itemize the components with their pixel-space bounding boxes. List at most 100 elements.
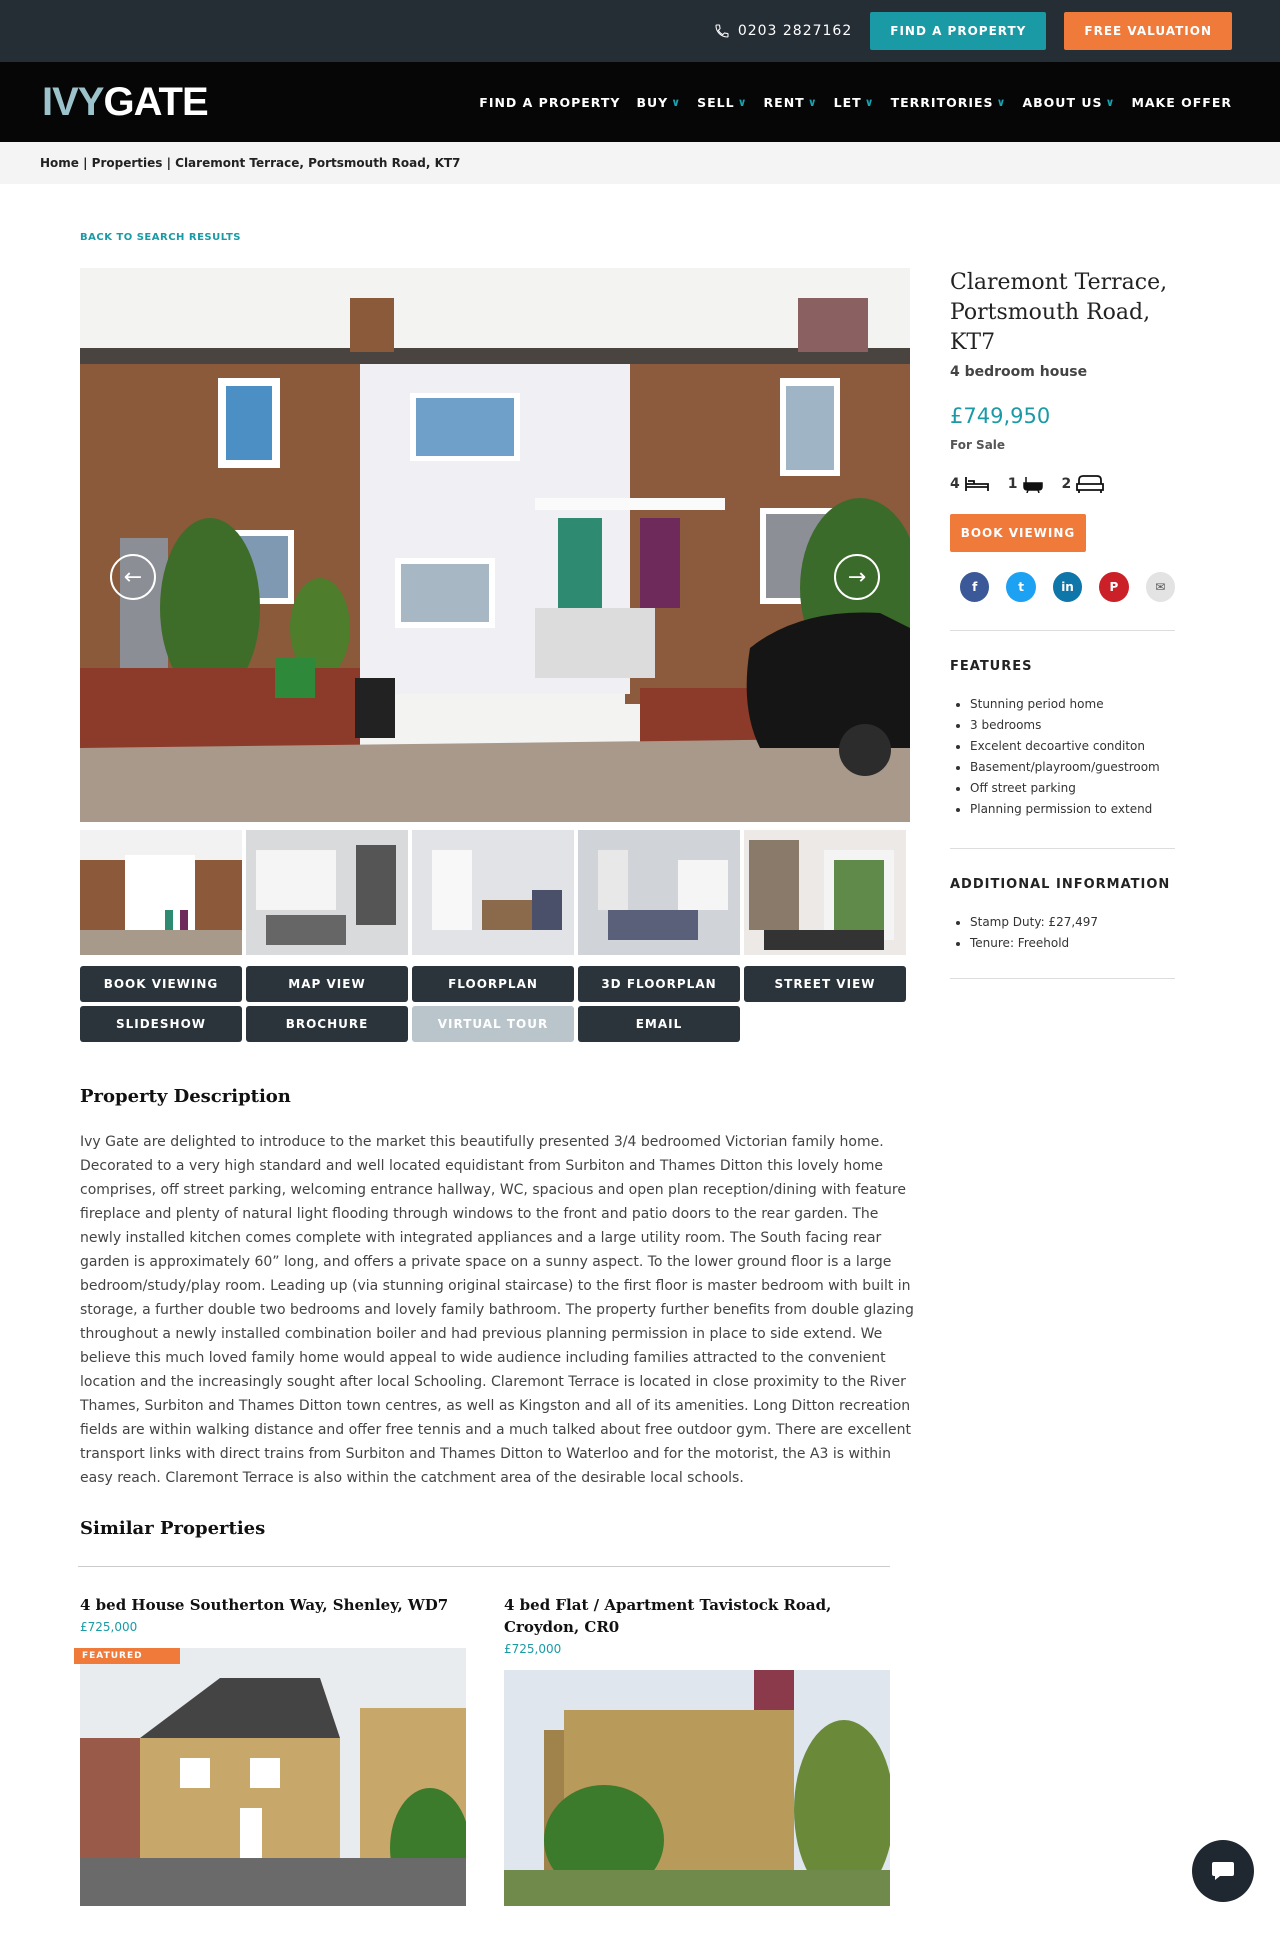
logo[interactable]: IVY GATE <box>42 79 209 125</box>
similar-heading: Similar Properties <box>80 1518 266 1539</box>
similar-photo[interactable]: FEATURED <box>74 1648 470 1908</box>
additional-info-item: Stamp Duty: £27,497 <box>970 912 1175 933</box>
chevron-down-icon: ∨ <box>737 95 748 109</box>
thumbnail-lounge[interactable] <box>578 830 740 955</box>
bed-icon <box>964 477 989 491</box>
nav-item-rent[interactable]: RENT ∨ <box>764 95 818 110</box>
nav-item-label: ABOUT US <box>1022 94 1103 110</box>
description-heading: Property Description <box>80 1086 291 1107</box>
similar-property-card[interactable]: 4 bed House Southerton Way, Shenley, WD7… <box>74 1594 470 1908</box>
linkedin-icon[interactable]: in <box>1052 572 1083 602</box>
chat-icon[interactable] <box>1192 1840 1254 1902</box>
chevron-down-icon: ∨ <box>1105 95 1116 109</box>
facebook-icon[interactable]: f <box>960 572 990 602</box>
nav-item-label: FIND A PROPERTY <box>479 94 621 110</box>
bath-icon <box>1022 477 1043 493</box>
feature-item: 3 bedrooms <box>970 715 1175 736</box>
nav-item-make-offer[interactable]: MAKE OFFER <box>1131 95 1232 110</box>
divider <box>950 978 1175 979</box>
chevron-down-icon: ∨ <box>864 95 875 109</box>
3d-floorplan-button[interactable]: 3D FLOORPLAN <box>578 966 740 1002</box>
nav-item-label: MAKE OFFER <box>1131 94 1232 110</box>
free-valuation-button[interactable]: FREE VALUATION <box>1064 12 1232 50</box>
feature-item: Stunning period home <box>970 694 1175 715</box>
floorplan-button[interactable]: FLOORPLAN <box>412 966 574 1002</box>
email-icon[interactable]: ✉ <box>1145 572 1176 602</box>
nav-item-let[interactable]: LET ∨ <box>834 95 875 110</box>
social-share: f t in P ✉ <box>950 572 1176 602</box>
similar-price: £725,000 <box>80 1620 138 1634</box>
features-list: Stunning period home3 bedroomsExcelent d… <box>950 694 1175 820</box>
thumbnail-kitchen[interactable] <box>744 830 906 955</box>
nav-item-sell[interactable]: SELL ∨ <box>697 95 747 110</box>
street-view-button[interactable]: STREET VIEW <box>744 966 906 1002</box>
logo-part-1: IVY <box>42 79 104 124</box>
property-price: £749,950 <box>950 404 1051 428</box>
divider <box>950 848 1175 849</box>
description-text: Ivy Gate are delighted to introduce to t… <box>80 1134 914 1486</box>
house-photo-illustration <box>80 268 910 822</box>
nav-item-buy[interactable]: BUY ∨ <box>636 95 681 110</box>
additional-info-item: Tenure: Freehold <box>970 933 1175 954</box>
logo-part-2: GATE <box>103 79 208 124</box>
phone-number: 0203 2827162 <box>737 23 853 39</box>
book-viewing-button[interactable]: BOOK VIEWING <box>950 514 1086 552</box>
reception-number: 2 <box>1061 476 1072 492</box>
property-type: 4 bedroom house <box>950 364 1088 380</box>
slideshow-button[interactable]: SLIDESHOW <box>80 1006 242 1042</box>
property-title: Claremont Terrace, Portsmouth Road, KT7 <box>950 270 1168 355</box>
arrow-left-icon[interactable]: ← <box>110 554 156 600</box>
property-status: For Sale <box>950 438 1006 452</box>
chevron-down-icon: ∨ <box>996 95 1007 109</box>
pinterest-icon[interactable]: P <box>1099 572 1129 602</box>
feature-item: Basement/playroom/guestroom <box>970 757 1175 778</box>
feature-item: Planning permission to extend <box>970 799 1175 820</box>
similar-title[interactable]: 4 bed Flat / Apartment Tavistock Road, C… <box>504 1594 890 1638</box>
room-facts: 4 1 2 <box>950 474 1175 494</box>
divider <box>950 630 1175 631</box>
nav-menu: FIND A PROPERTY BUY ∨ SELL ∨ RENT ∨ LET ∨ TERRITO… <box>479 95 1232 110</box>
thumbnail-dining-room[interactable] <box>412 830 574 955</box>
thumbnail-strip <box>80 830 906 955</box>
divider <box>78 1566 890 1567</box>
similar-property-card[interactable]: 4 bed Flat / Apartment Tavistock Road, C… <box>504 1594 894 1906</box>
phone-link[interactable]: 0203 2827162 <box>714 23 852 39</box>
map-view-button[interactable]: MAP VIEW <box>246 966 408 1002</box>
nav-item-territories[interactable]: TERRITORIES ∨ <box>891 95 1007 110</box>
main-navbar: IVY GATE FIND A PROPERTY BUY ∨ SELL ∨ RENT ∨ LET… <box>0 62 1280 142</box>
feature-item: Off street parking <box>970 778 1175 799</box>
back-to-search-link[interactable]: BACK TO SEARCH RESULTS <box>80 232 241 243</box>
bathroom-number: 1 <box>1007 476 1018 492</box>
thumbnail-exterior[interactable] <box>80 830 242 955</box>
action-buttons: BOOK VIEWING MAP VIEW FLOORPLAN 3D FLOORPLA… <box>80 966 910 1042</box>
breadcrumb: Home | Properties | Claremont Terrace, P… <box>0 142 1280 184</box>
chevron-down-icon: ∨ <box>671 95 682 109</box>
email-button[interactable]: EMAIL <box>578 1006 740 1042</box>
top-bar: 0203 2827162 FIND A PROPERTY FREE VALUAT… <box>0 0 1280 62</box>
hero-photo[interactable]: ← → <box>80 268 910 822</box>
reception-count: 2 <box>1062 474 1106 494</box>
arrow-right-icon[interactable]: → <box>834 554 880 600</box>
thumbnail-living-room[interactable] <box>246 830 408 955</box>
twitter-icon[interactable]: t <box>1006 572 1036 602</box>
nav-item-label: SELL <box>697 94 735 110</box>
similar-title[interactable]: 4 bed House Southerton Way, Shenley, WD7 <box>80 1594 466 1616</box>
nav-item-label: LET <box>833 94 862 110</box>
bedroom-number: 4 <box>950 476 960 492</box>
find-property-button[interactable]: FIND A PROPERTY <box>870 12 1047 50</box>
featured-badge: FEATURED <box>74 1648 180 1664</box>
similar-price: £725,000 <box>504 1642 562 1656</box>
nav-item-find-a-property[interactable]: FIND A PROPERTY <box>479 95 620 110</box>
nav-item-about-us[interactable]: ABOUT US ∨ <box>1022 95 1115 110</box>
brochure-button[interactable]: BROCHURE <box>246 1006 408 1042</box>
property-summary: Claremont Terrace, Portsmouth Road, KT7 … <box>950 268 1176 979</box>
breadcrumb-text[interactable]: Home | Properties | Claremont Terrace, P… <box>40 156 460 170</box>
nav-item-label: RENT <box>763 94 805 110</box>
virtual-tour-button: VIRTUAL TOUR <box>412 1006 574 1042</box>
nav-item-label: BUY <box>636 94 669 110</box>
similar-photo[interactable] <box>504 1670 894 1906</box>
chevron-down-icon: ∨ <box>807 95 818 109</box>
book-viewing-button[interactable]: BOOK VIEWING <box>80 966 242 1002</box>
features-heading: FEATURES <box>950 659 1033 674</box>
nav-item-label: TERRITORIES <box>890 94 994 110</box>
